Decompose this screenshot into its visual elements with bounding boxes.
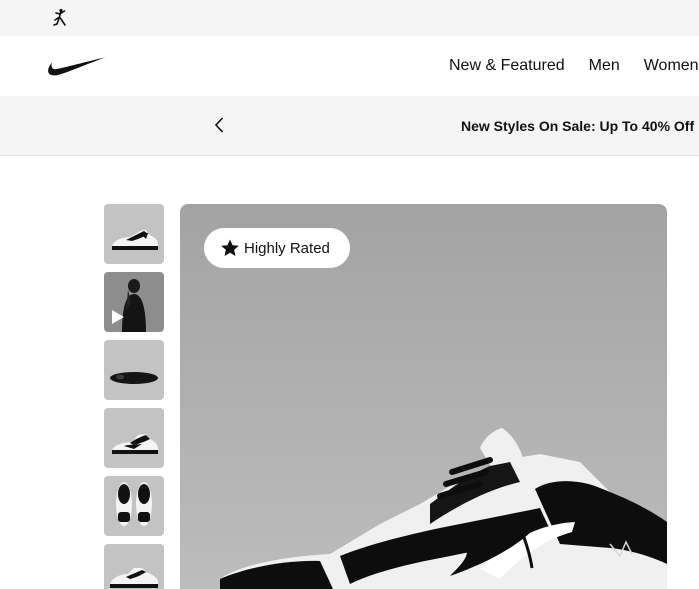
nav-women[interactable]: Women <box>644 57 699 75</box>
nav-men[interactable]: Men <box>589 57 620 75</box>
chevron-left-icon[interactable] <box>209 114 231 136</box>
thumbnail-shoe-medial[interactable] <box>104 408 164 468</box>
thumbnail-shoe-sole[interactable] <box>104 340 164 400</box>
thumbnail-shoe-pair[interactable] <box>104 544 164 589</box>
star-icon <box>221 239 239 256</box>
nav-links: New & Featured Men Women <box>449 36 699 96</box>
product-main-image[interactable]: Highly Rated <box>180 204 667 589</box>
thumbnail-list <box>104 204 164 589</box>
thumbnail-video[interactable] <box>104 272 164 332</box>
jordan-jumpman-icon[interactable] <box>50 8 70 28</box>
nav-new-featured[interactable]: New & Featured <box>449 57 565 75</box>
promo-banner: New Styles On Sale: Up To 40% Off <box>0 96 699 156</box>
promo-text[interactable]: New Styles On Sale: Up To 40% Off <box>461 118 694 134</box>
play-icon[interactable] <box>110 308 126 326</box>
highly-rated-badge: Highly Rated <box>204 228 350 268</box>
nike-swoosh-icon[interactable] <box>46 54 108 78</box>
thumbnail-shoe-side[interactable] <box>104 204 164 264</box>
thumbnail-shoe-top[interactable] <box>104 476 164 536</box>
main-navigation: New & Featured Men Women <box>0 36 699 96</box>
brand-bar <box>0 0 699 36</box>
badge-label: Highly Rated <box>244 239 330 257</box>
